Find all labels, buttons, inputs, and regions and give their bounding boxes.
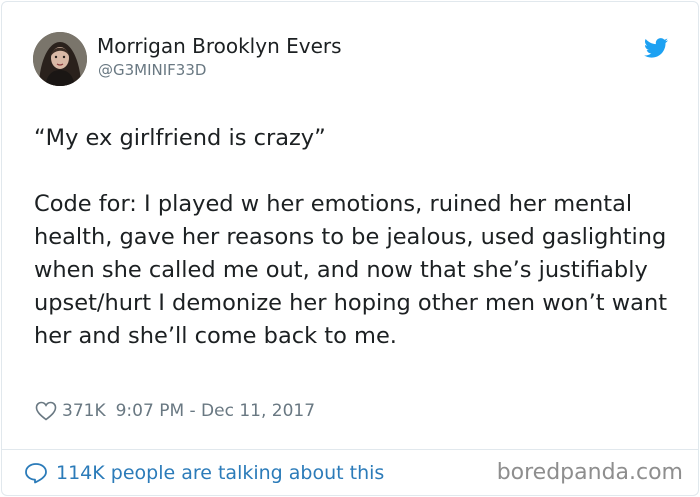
twitter-bird-icon[interactable]: [644, 38, 668, 58]
footer-divider: [2, 449, 698, 450]
author-display-name[interactable]: Morrigan Brooklyn Evers: [97, 34, 342, 58]
conversation-link-label[interactable]: 114K people are talking about this: [56, 462, 384, 484]
tweet-meta: 371K 9:07 PM - Dec 11, 2017: [35, 399, 315, 423]
heart-icon[interactable]: [35, 401, 57, 421]
conversation-link[interactable]: 114K people are talking about this: [24, 460, 384, 486]
tweet-timestamp[interactable]: 9:07 PM - Dec 11, 2017: [116, 401, 315, 421]
tweet-card: Morrigan Brooklyn Evers @G3MINIF33D “My …: [1, 1, 699, 496]
author-avatar[interactable]: [33, 32, 87, 86]
tweet-text: “My ex girlfriend is crazy” Code for: I …: [34, 125, 668, 349]
avatar-photo: [33, 32, 87, 86]
speech-bubble-icon: [25, 463, 47, 484]
source-watermark: boredpanda.com: [496, 460, 683, 485]
like-count[interactable]: 371K: [62, 401, 106, 421]
author-handle[interactable]: @G3MINIF33D: [98, 61, 206, 79]
